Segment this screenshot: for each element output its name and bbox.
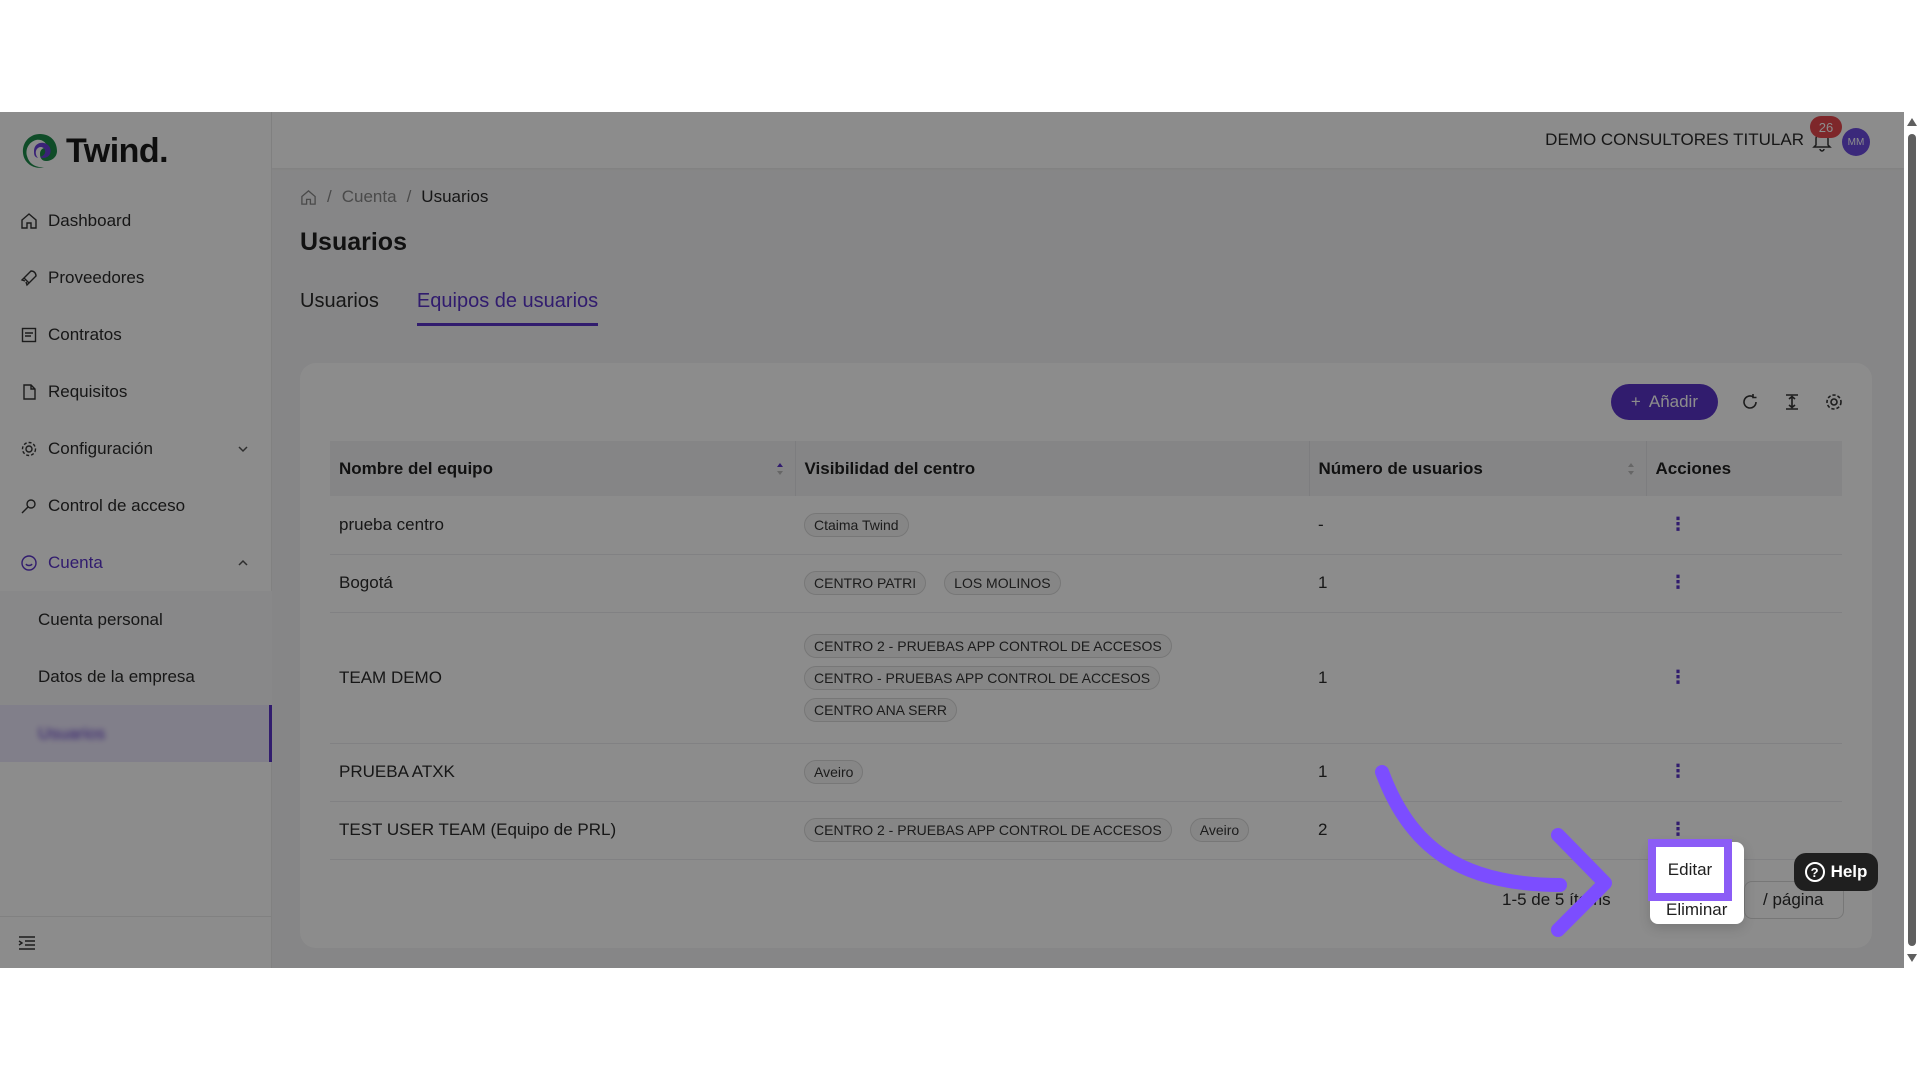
- app-window: Twind. Dashboard Proveedores Contratos R…: [0, 112, 1920, 968]
- scroll-up-icon[interactable]: [1907, 118, 1917, 126]
- help-label: Help: [1830, 862, 1868, 881]
- page-scrollbar[interactable]: [1904, 112, 1920, 968]
- pointer-arrow-icon: [1375, 765, 1612, 937]
- scroll-down-icon[interactable]: [1907, 954, 1917, 962]
- question-icon: ?: [1804, 862, 1825, 882]
- scroll-thumb[interactable]: [1908, 134, 1916, 946]
- delete-menu-item[interactable]: Eliminar: [1666, 900, 1727, 920]
- help-button[interactable]: ? Help: [1794, 853, 1878, 891]
